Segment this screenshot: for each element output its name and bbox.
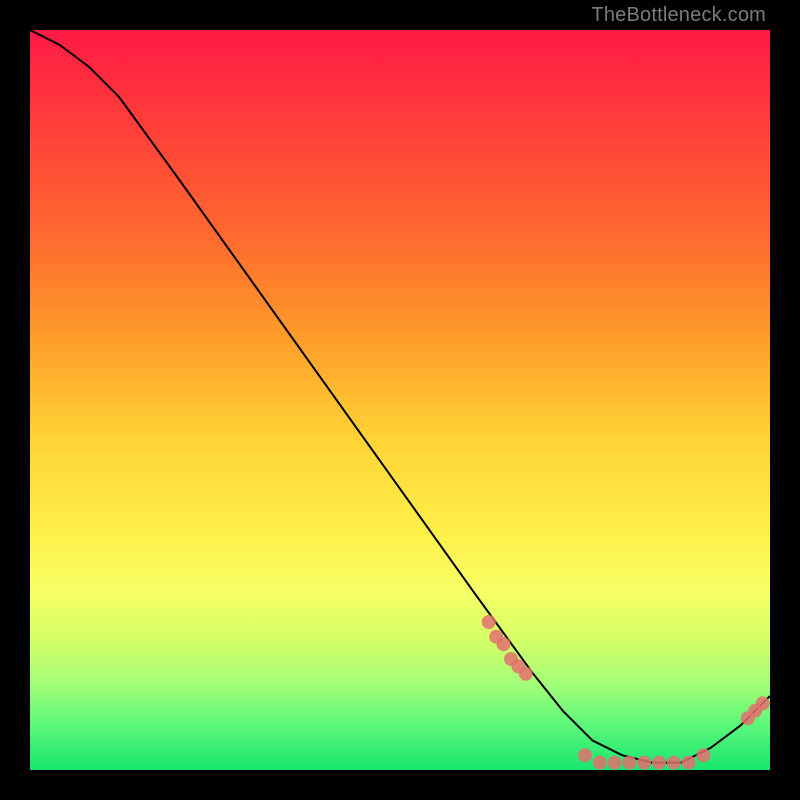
marker-dot bbox=[682, 756, 696, 770]
plot-area bbox=[30, 30, 770, 770]
marker-dot bbox=[497, 637, 511, 651]
marker-dot bbox=[696, 748, 710, 762]
chart-frame: TheBottleneck.com bbox=[0, 0, 800, 800]
curve-path bbox=[30, 30, 770, 763]
marker-dot bbox=[756, 696, 770, 710]
marker-dot bbox=[667, 756, 681, 770]
marker-dot bbox=[622, 756, 636, 770]
marker-dot bbox=[593, 756, 607, 770]
marker-dot bbox=[637, 756, 651, 770]
watermark-text: TheBottleneck.com bbox=[591, 4, 766, 27]
marker-dot bbox=[482, 615, 496, 629]
chart-svg bbox=[30, 30, 770, 770]
marker-dot bbox=[519, 667, 533, 681]
marker-dot bbox=[578, 748, 592, 762]
marker-dot bbox=[652, 756, 666, 770]
marker-dot bbox=[608, 756, 622, 770]
markers-group bbox=[482, 615, 770, 770]
